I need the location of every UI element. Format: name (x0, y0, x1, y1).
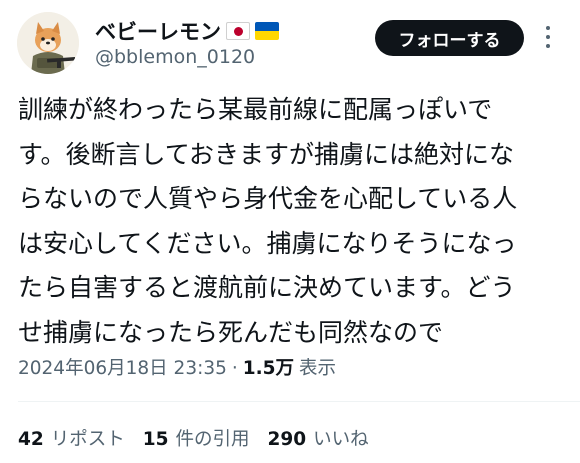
quotes-label: 件の引用 (175, 429, 250, 450)
avatar[interactable] (17, 12, 79, 74)
views-label: 表示 (299, 358, 337, 379)
divider (18, 401, 580, 402)
soldier-dog-avatar-icon (17, 12, 79, 74)
reposts-count: 42 (18, 429, 44, 450)
japan-flag-icon (226, 22, 250, 40)
follow-button[interactable]: フォローする (375, 20, 524, 56)
quotes-stat[interactable]: 15 件の引用 (143, 425, 250, 451)
tweet-line: たら自害すると渡航前に決めています。どう (18, 273, 516, 302)
meta-separator: · (231, 358, 238, 379)
tweet-line: 訓練が終わったら某最前線に配属っぽいで (18, 95, 493, 124)
ukraine-flag-icon (255, 22, 279, 40)
reposts-stat[interactable]: 42 リポスト (18, 425, 125, 451)
author-display-name[interactable]: ベビーレモン (95, 16, 221, 46)
author-name-row[interactable]: ベビーレモン (95, 16, 279, 46)
views-count: 1.5万 (242, 358, 295, 379)
likes-stat[interactable]: 290 いいね (268, 425, 369, 451)
timestamp[interactable]: 2024年06月18日 23:35 (18, 354, 227, 380)
likes-count: 290 (267, 429, 307, 450)
tweet-line: せ捕虜になったら死んだも同然なので (18, 317, 444, 347)
tweet-line: は安心してください。捕虜になりそうになっ (18, 228, 517, 258)
engagement-stats: 42 リポスト 15 件の引用 290 いいね (18, 425, 369, 451)
reposts-label: リポスト (50, 429, 125, 450)
author-handle[interactable]: @bblemon_0120 (95, 46, 255, 68)
tweet-meta: 2024年06月18日 23:35 · 1.5万 表示 (18, 354, 336, 380)
quotes-count: 15 (142, 429, 169, 450)
likes-label: いいね (313, 429, 369, 450)
tweet-text: 訓練が終わったら某最前線に配属っぽいで す。後断言しておきますが捕虜には絶対にな… (18, 88, 570, 355)
tweet-line: らないので人質やら身代金を心配している人 (18, 184, 518, 213)
tweet-line: す。後断言しておきますが捕虜には絶対にな (18, 139, 515, 169)
more-options-icon[interactable] (540, 26, 556, 48)
